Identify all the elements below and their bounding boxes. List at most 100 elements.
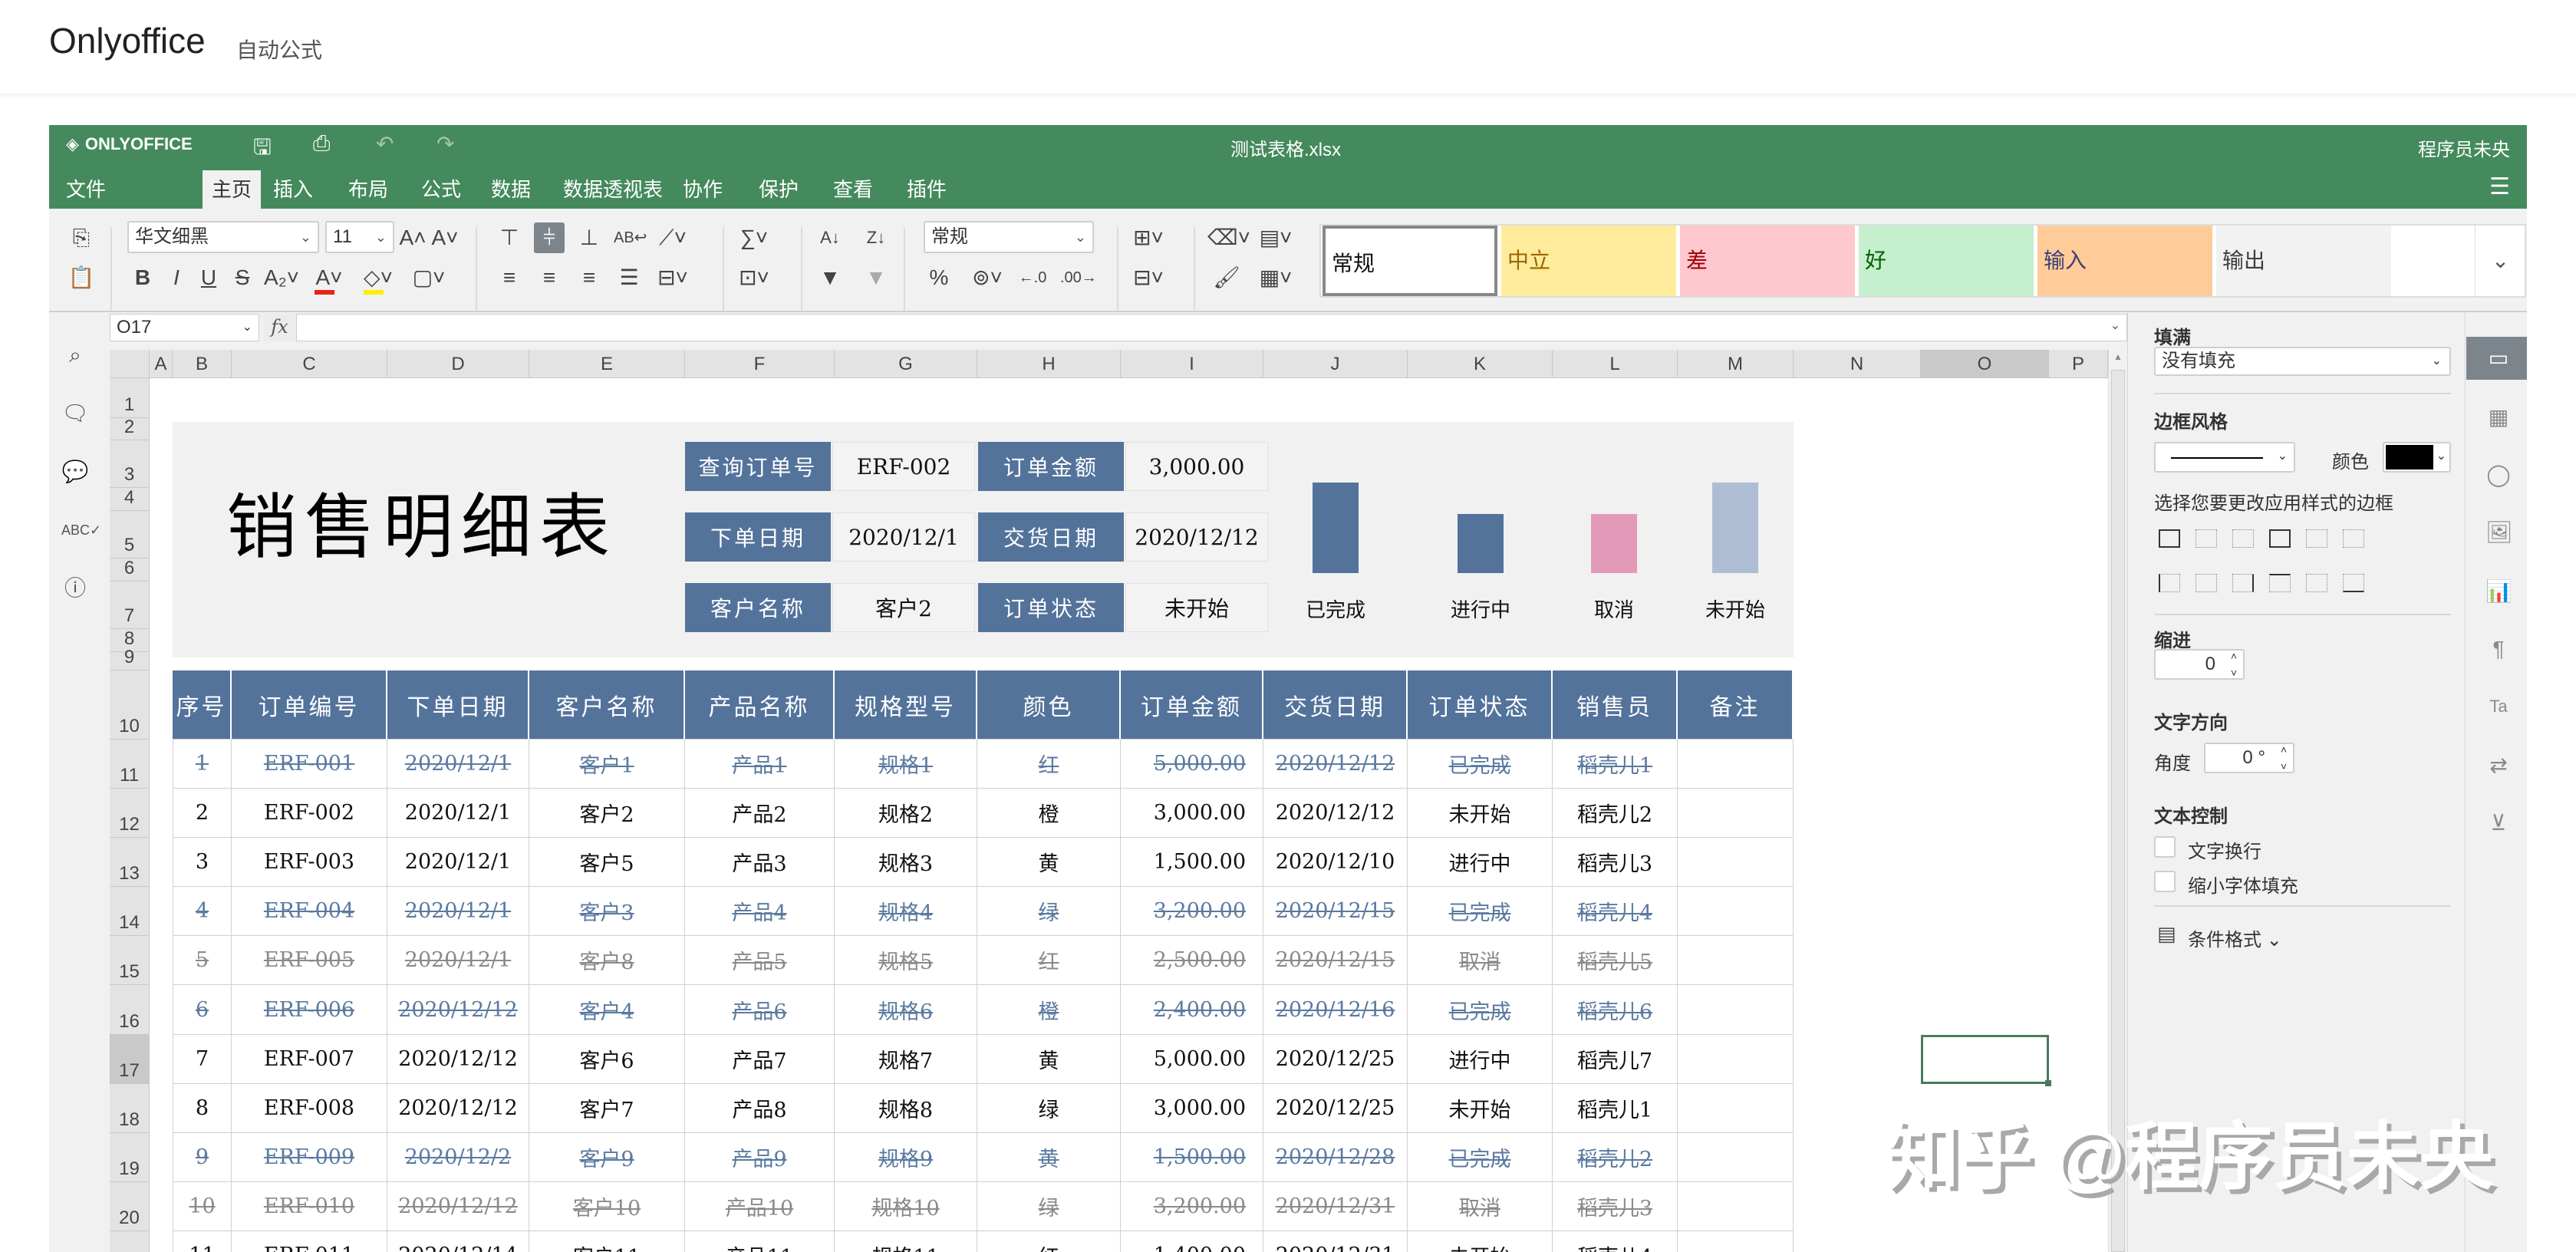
column-header-B[interactable]: B xyxy=(173,350,232,378)
save-icon[interactable]: 🖫 xyxy=(253,131,272,168)
table-cell[interactable]: 产品3 xyxy=(685,838,835,887)
chart-settings-icon[interactable]: 📊 xyxy=(2485,581,2512,602)
table-cell[interactable]: 10 xyxy=(173,1182,232,1231)
table-cell[interactable]: 2020/12/12 xyxy=(387,1084,529,1133)
table-cell[interactable] xyxy=(1678,1231,1794,1252)
table-cell[interactable]: 3 xyxy=(173,838,232,887)
table-cell[interactable]: 3,200.00 xyxy=(1121,887,1263,936)
table-cell[interactable]: 红 xyxy=(977,1231,1121,1252)
table-cell[interactable]: 规格4 xyxy=(835,887,977,936)
table-cell[interactable]: 取消 xyxy=(1408,936,1553,985)
table-cell[interactable] xyxy=(1678,789,1794,838)
bold-icon[interactable]: B xyxy=(129,262,156,293)
inner-borders-icon[interactable] xyxy=(2232,529,2254,548)
conditional-format-button[interactable]: 条件格式 ⌄ xyxy=(2188,924,2282,951)
angle-spinner[interactable]: 0 °˄˅ xyxy=(2204,743,2294,773)
align-left-icon[interactable]: ≡ xyxy=(494,262,525,293)
table-cell[interactable]: 已完成 xyxy=(1408,1133,1553,1182)
tab-1[interactable]: 主页 xyxy=(203,170,261,209)
column-header-M[interactable]: M xyxy=(1678,350,1794,378)
clear-filter-icon[interactable]: ▼ xyxy=(861,262,891,293)
table-cell[interactable]: 1,400.00 xyxy=(1121,1231,1263,1252)
row-header-19[interactable]: 19 xyxy=(110,1133,150,1182)
table-cell[interactable]: ERF-007 xyxy=(232,1035,387,1084)
undo-icon[interactable]: ↶ xyxy=(376,131,394,156)
table-cell[interactable]: 稻壳儿6 xyxy=(1553,985,1678,1035)
cell-style-1[interactable]: 中立 xyxy=(1501,226,1676,296)
table-cell[interactable]: 未开始 xyxy=(1408,1084,1553,1133)
table-cell[interactable]: 绿 xyxy=(977,887,1121,936)
row-header-12[interactable]: 12 xyxy=(110,789,150,838)
search-icon[interactable]: ⌕ xyxy=(61,341,89,369)
increase-font-icon[interactable]: A˄ xyxy=(399,222,427,253)
currency-icon[interactable]: ⊚˅ xyxy=(968,262,1006,293)
table-cell[interactable]: 2,400.00 xyxy=(1121,985,1263,1035)
inner-horizontal-border-icon[interactable] xyxy=(2306,574,2327,592)
inner-vertical-border-icon[interactable] xyxy=(2196,574,2217,592)
table-cell[interactable]: 规格10 xyxy=(835,1182,977,1231)
table-cell[interactable]: 黄 xyxy=(977,838,1121,887)
row-header-17[interactable]: 17 xyxy=(110,1035,150,1084)
table-cell[interactable]: ERF-001 xyxy=(232,740,387,789)
row-header-6[interactable]: 6 xyxy=(110,558,150,582)
table-cell[interactable]: 5,000.00 xyxy=(1121,740,1263,789)
row-header-20[interactable]: 20 xyxy=(110,1182,150,1231)
formula-input[interactable]: ⌄ xyxy=(296,314,2127,341)
row-header-3[interactable]: 3 xyxy=(110,440,150,488)
wrap-text-icon[interactable]: AB↩ xyxy=(614,222,644,253)
cell-style-5[interactable]: 输出 xyxy=(2216,226,2391,296)
table-cell[interactable]: 客户8 xyxy=(529,936,685,985)
right-border-icon[interactable] xyxy=(2232,574,2254,592)
column-header-D[interactable]: D xyxy=(387,350,529,378)
tab-10[interactable]: 插件 xyxy=(898,170,956,209)
table-cell[interactable]: 产品4 xyxy=(685,887,835,936)
table-cell[interactable]: 2020/12/25 xyxy=(1263,1035,1408,1084)
cell-style-2[interactable]: 差 xyxy=(1680,226,1855,296)
row-header-14[interactable]: 14 xyxy=(110,887,150,936)
print-icon[interactable]: ⎙ xyxy=(313,131,330,156)
table-cell[interactable]: ERF-002 xyxy=(232,789,387,838)
tab-2[interactable]: 插入 xyxy=(264,170,322,209)
row-header-10[interactable]: 10 xyxy=(110,670,150,740)
table-cell[interactable]: 规格6 xyxy=(835,985,977,1035)
table-cell[interactable]: 4 xyxy=(173,887,232,936)
hamburger-menu-icon[interactable]: ☰ xyxy=(2489,173,2510,200)
no-borders-icon[interactable] xyxy=(2196,529,2217,548)
table-cell[interactable] xyxy=(1678,1035,1794,1084)
tab-9[interactable]: 查看 xyxy=(824,170,882,209)
borders-icon[interactable]: ▢˅ xyxy=(410,262,448,293)
table-cell[interactable]: 规格1 xyxy=(835,740,977,789)
table-cell[interactable]: 规格3 xyxy=(835,838,977,887)
fill-select[interactable]: 没有填充⌄ xyxy=(2154,347,2451,376)
underline-icon[interactable]: U xyxy=(195,262,222,293)
font-size-select[interactable]: 11⌄ xyxy=(325,221,394,253)
table-cell[interactable]: 2020/12/15 xyxy=(1263,887,1408,936)
pivot-settings-icon[interactable]: ⇄ xyxy=(2485,755,2512,776)
table-cell[interactable]: 9 xyxy=(173,1133,232,1182)
table-cell[interactable]: 2020/12/1 xyxy=(387,838,529,887)
table-cell[interactable]: ERF-008 xyxy=(232,1084,387,1133)
align-right-icon[interactable]: ≡ xyxy=(574,262,604,293)
table-cell[interactable]: 2020/12/1 xyxy=(387,887,529,936)
table-cell[interactable]: 2 xyxy=(173,789,232,838)
filter-icon[interactable]: ▼ xyxy=(815,262,845,293)
table-cell[interactable]: 2020/12/1 xyxy=(387,740,529,789)
column-header-J[interactable]: J xyxy=(1263,350,1408,378)
fx-icon[interactable]: fx xyxy=(263,314,296,341)
left-border-icon[interactable] xyxy=(2159,574,2180,592)
table-cell[interactable]: 1 xyxy=(173,740,232,789)
table-cell[interactable]: 客户2 xyxy=(529,789,685,838)
select-all-corner[interactable] xyxy=(110,350,150,378)
tab-5[interactable]: 数据 xyxy=(482,170,540,209)
table-cell[interactable]: 产品7 xyxy=(685,1035,835,1084)
table-cell[interactable]: 6 xyxy=(173,985,232,1035)
copy-icon[interactable]: ⎘ xyxy=(66,222,97,253)
decrease-decimal-icon[interactable]: ←.0 xyxy=(1017,262,1048,293)
top-border-icon[interactable] xyxy=(2269,574,2291,592)
clear-icon[interactable]: ⌫˅ xyxy=(1207,222,1246,253)
tab-6[interactable]: 数据透视表 xyxy=(554,170,672,209)
increase-decimal-icon[interactable]: .00→ xyxy=(1060,262,1091,293)
shrink-to-fit-checkbox[interactable] xyxy=(2154,871,2176,892)
table-cell[interactable]: 2020/12/12 xyxy=(387,1035,529,1084)
font-name-select[interactable]: 华文细黑⌄ xyxy=(127,221,319,253)
